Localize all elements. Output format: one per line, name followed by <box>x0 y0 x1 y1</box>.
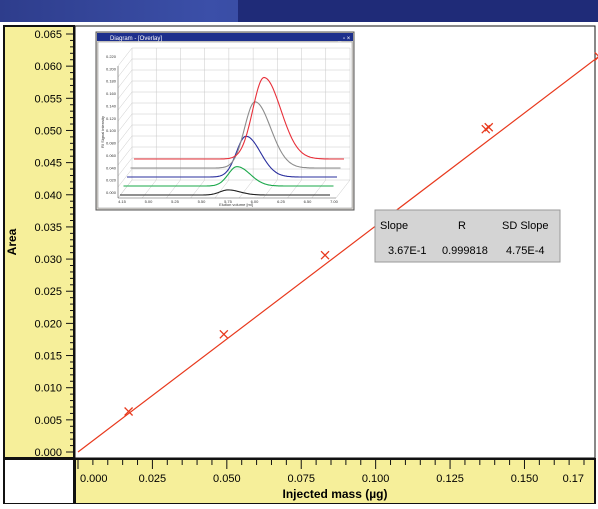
stats-table: Slope R SD Slope 3.67E-1 0.999818 4.75E-… <box>374 209 561 263</box>
x-tick-label: 0.100 <box>362 473 390 485</box>
y-tick-label: 0.065 <box>34 29 62 41</box>
inset-diagram: Diagram - [Overlay] _ ▫ × 0.000 0.020 0.04… <box>95 31 355 211</box>
stats-value-r: 0.999818 <box>442 245 488 257</box>
y-tick-label: 0.025 <box>34 286 62 298</box>
inset-y-tick-label: 0.200 <box>106 66 117 71</box>
inset-y-tick-label: 0.000 <box>106 190 117 195</box>
inset-y-tick-label: 0.120 <box>106 116 117 121</box>
inset-title: Diagram - [Overlay] <box>110 36 162 42</box>
inset-y-tick-label: 0.220 <box>106 54 117 59</box>
y-tick-label: 0.060 <box>34 61 62 73</box>
inset-x-tick-label: 5.50 <box>198 199 207 204</box>
y-tick-label: 0.005 <box>34 415 62 427</box>
y-tick-label: 0.040 <box>34 190 62 202</box>
stats-header-sd-slope: SD Slope <box>502 220 548 232</box>
inset-x-tick-label: 4.15 <box>118 199 127 204</box>
x-tick-label: 0.025 <box>139 473 167 485</box>
inset-y-tick-label: 0.080 <box>106 141 117 146</box>
y-tick-label: 0.055 <box>34 93 62 105</box>
x-tick-label: 0.050 <box>213 473 241 485</box>
inset-y-axis-label: RI Signal intensity <box>100 116 105 148</box>
inset-x-tick-label: 5.00 <box>145 199 154 204</box>
inset-x-tick-label: 5.25 <box>171 199 180 204</box>
x-tick-label: 0.150 <box>511 473 539 485</box>
y-tick-label: 0.050 <box>34 125 62 137</box>
inset-x-tick-label: 7.00 <box>330 199 339 204</box>
y-tick-label: 0.030 <box>34 254 62 266</box>
y-axis-label: Area <box>5 228 19 255</box>
inset-y-tick-label: 0.160 <box>106 91 117 96</box>
window-title-bar <box>0 0 598 22</box>
inset-y-tick-label: 0.040 <box>106 165 117 170</box>
inset-x-tick-label: 6.50 <box>304 199 313 204</box>
y-tick-label: 0.045 <box>34 158 62 170</box>
inset-y-tick-label: 0.180 <box>106 79 117 84</box>
inset-x-axis-label: Elution volume [ml] <box>219 202 253 207</box>
y-tick-label: 0.020 <box>34 318 62 330</box>
inset-x-tick-label: 6.25 <box>277 199 286 204</box>
y-tick-label: 0.000 <box>34 447 62 459</box>
y-tick-label: 0.035 <box>34 222 62 234</box>
inset-y-tick-label: 0.100 <box>106 128 117 133</box>
stats-value-sd-slope: 4.75E-4 <box>506 245 545 257</box>
x-tick-label: 0.075 <box>287 473 315 485</box>
inset-y-tick-label: 0.020 <box>106 178 117 183</box>
inset-window-controls: _ ▫ × <box>337 36 351 42</box>
inset-y-tick-label: 0.140 <box>106 103 117 108</box>
x-tick-label: 0.17 <box>563 473 584 485</box>
y-tick-label: 0.010 <box>34 383 62 395</box>
calibration-chart: 0.000 0.005 0.010 0.015 0.020 0.025 0.030 0.035… <box>3 25 598 505</box>
stats-header-slope: Slope <box>380 220 408 232</box>
x-axis-label: Injected mass (µg) <box>283 487 388 501</box>
x-tick-label: 0.125 <box>436 473 464 485</box>
stats-header-r: R <box>458 220 466 232</box>
corner-box <box>3 458 75 505</box>
inset-y-tick-label: 0.060 <box>106 153 117 158</box>
stats-value-slope: 3.67E-1 <box>388 245 427 257</box>
window-title-bar-dark <box>238 0 598 22</box>
x-tick-label: 0.000 <box>80 473 108 485</box>
y-tick-label: 0.015 <box>34 351 62 363</box>
chart-frame: 0.000 0.005 0.010 0.015 0.020 0.025 0.030 0.035… <box>0 22 598 505</box>
